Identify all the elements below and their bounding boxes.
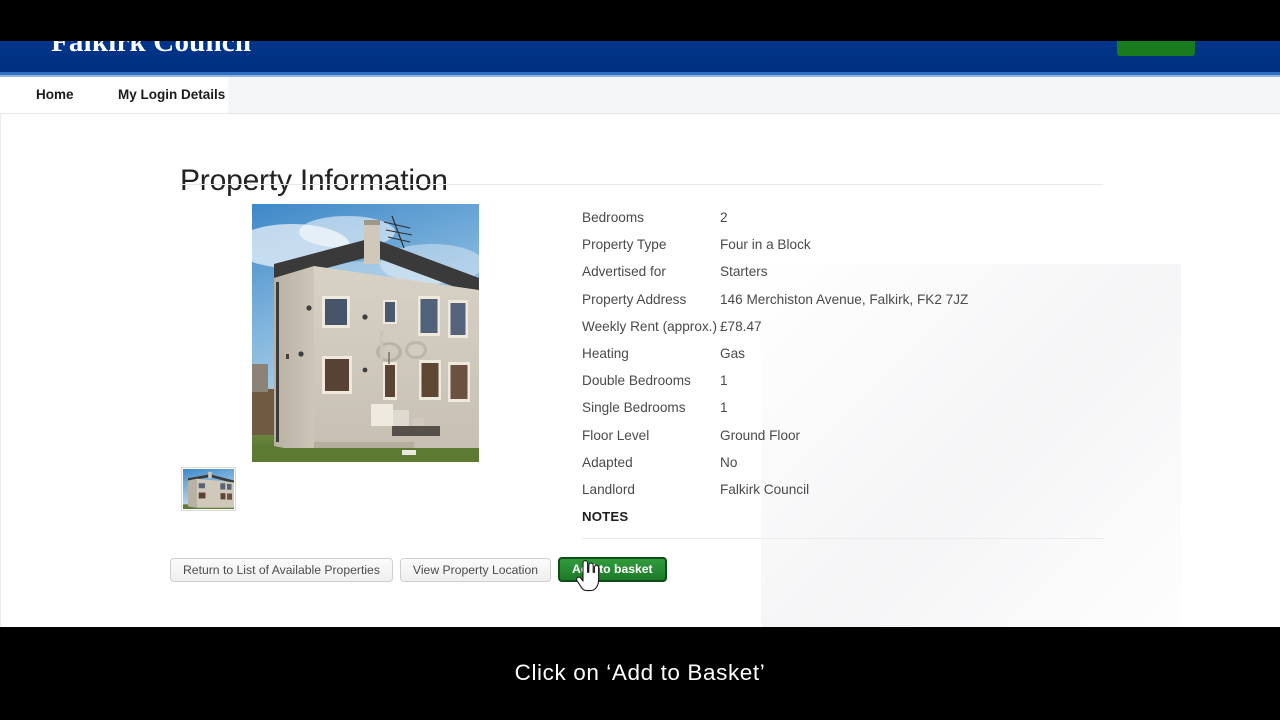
detail-label: Landlord [582,481,635,497]
page-root: Falkirk Council Home My Login Details Pr… [0,0,1280,720]
detail-value: No [720,454,738,470]
detail-value: 2 [720,210,728,225]
notes-heading: NOTES [582,509,629,525]
detail-value: 1 [720,373,728,389]
table-row: Weekly Rent (approx.) £78.47 [582,319,1103,346]
detail-label: Bedrooms [582,210,644,225]
property-details-table: Bedrooms 2 Property Type Four in a Block… [582,210,1103,535]
property-photo-image [252,204,479,462]
property-photo-thumbnail[interactable] [181,467,236,511]
detail-label: Property Address [582,291,687,307]
detail-label: Property Type [582,237,667,253]
table-row: Property Type Four in a Block [582,237,1103,264]
detail-value: Starters [720,264,768,280]
property-photo-thumbnail-image [183,469,234,509]
table-row: Floor Level Ground Floor [582,428,1103,455]
detail-label: Double Bedrooms [582,373,691,389]
detail-value: Four in a Block [720,237,811,253]
table-row: Adapted No [582,455,1103,482]
main-content: Property Information Bedrooms 2 Property… [0,114,1280,684]
detail-value: £78.47 [720,318,762,334]
add-to-basket-button[interactable]: Add to basket [558,557,667,582]
table-row: Double Bedrooms 1 [582,373,1103,400]
nav-item-my-login-details[interactable]: My Login Details [118,77,225,113]
view-property-location-button[interactable]: View Property Location [399,557,552,582]
action-button-bar: Return to List of Available Properties V… [170,557,667,582]
nav-item-home[interactable]: Home [36,77,74,113]
detail-label: Heating [582,345,629,361]
property-photo[interactable] [252,204,479,462]
detail-label: Advertised for [582,264,666,280]
detail-label: Floor Level [582,427,650,443]
title-divider [180,184,1103,185]
detail-value: Ground Floor [720,427,801,443]
detail-label: Adapted [582,454,633,470]
detail-value: Gas [720,345,745,361]
detail-value: 146 Merchiston Avenue, Falkirk, FK2 7JZ [720,291,969,307]
detail-label: Weekly Rent (approx.) [582,318,717,334]
detail-label: Single Bedrooms [582,400,686,416]
main-nav: Home My Login Details [0,77,1280,114]
table-row: Property Address 146 Merchiston Avenue, … [582,292,1103,319]
table-row: Bedrooms 2 [582,210,1103,237]
page-title: Property Information [180,164,448,198]
detail-value: Falkirk Council [720,481,810,497]
detail-value: 1 [720,400,728,416]
notes-divider [582,538,1103,539]
table-row: Landlord Falkirk Council [582,482,1103,509]
letterbox-bottom-bar: Click on ‘Add to Basket’ [0,627,1280,720]
return-to-list-button[interactable]: Return to List of Available Properties [170,557,393,582]
table-row: Advertised for Starters [582,264,1103,291]
table-row: Heating Gas [582,346,1103,373]
table-row: Single Bedrooms 1 [582,400,1103,427]
instruction-caption: Click on ‘Add to Basket’ [514,660,766,685]
letterbox-top-bar [0,0,1280,41]
